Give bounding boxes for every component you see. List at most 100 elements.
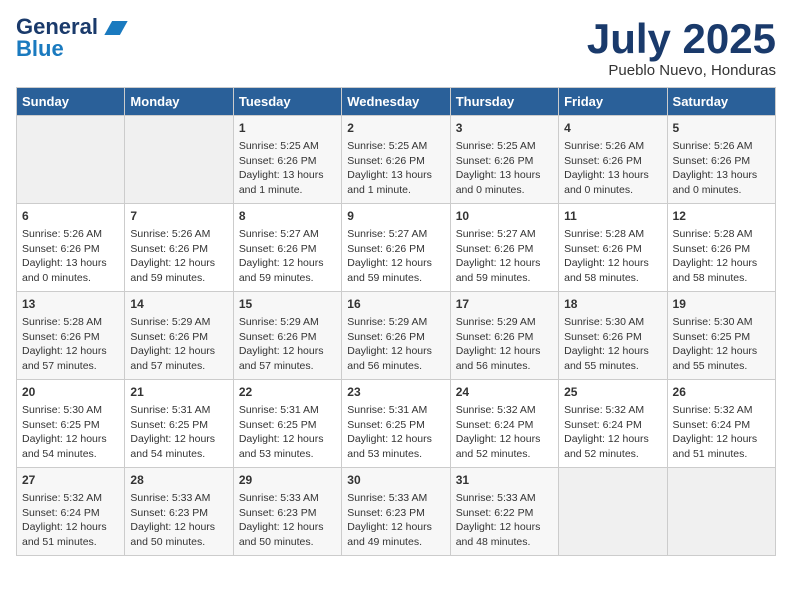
sunset-text: Sunset: 6:23 PM — [347, 507, 425, 519]
logo-icon — [104, 21, 128, 35]
week-row-1: 1 Sunrise: 5:25 AM Sunset: 6:26 PM Daylight… — [17, 116, 776, 204]
empty-cell — [17, 116, 125, 204]
day-number: 4 — [564, 120, 661, 137]
daylight-text: Daylight: 12 hours and 59 minutes. — [130, 257, 215, 284]
empty-cell — [667, 468, 775, 556]
calendar-table: SundayMondayTuesdayWednesdayThursdayFrid… — [16, 87, 776, 556]
sunrise-text: Sunrise: 5:33 AM — [347, 492, 427, 504]
daylight-text: Daylight: 12 hours and 57 minutes. — [130, 345, 215, 372]
sunrise-text: Sunrise: 5:25 AM — [456, 140, 536, 152]
daylight-text: Daylight: 13 hours and 1 minute. — [347, 169, 432, 196]
sunset-text: Sunset: 6:24 PM — [564, 419, 642, 431]
day-number: 5 — [673, 120, 770, 137]
day-cell-19: 19Sunrise: 5:30 AMSunset: 6:25 PMDayligh… — [667, 292, 775, 380]
month-title: July 2025 — [587, 16, 776, 62]
sunset-text: Sunset: 6:25 PM — [22, 419, 100, 431]
day-number: 15 — [239, 296, 336, 313]
sunset-text: Sunset: 6:26 PM — [347, 243, 425, 255]
sunset-text: Sunset: 6:26 PM — [673, 243, 751, 255]
sunrise-text: Sunrise: 5:30 AM — [564, 316, 644, 328]
sunrise-text: Sunrise: 5:28 AM — [22, 316, 102, 328]
logo-general: General — [16, 16, 128, 38]
sunset-text: Sunset: 6:26 PM — [130, 243, 208, 255]
sunset-text: Sunset: 6:23 PM — [130, 507, 208, 519]
header-friday: Friday — [559, 88, 667, 116]
header-monday: Monday — [125, 88, 233, 116]
header-thursday: Thursday — [450, 88, 558, 116]
day-cell-4: 4Sunrise: 5:26 AMSunset: 6:26 PMDaylight… — [559, 116, 667, 204]
day-cell-21: 21Sunrise: 5:31 AMSunset: 6:25 PMDayligh… — [125, 380, 233, 468]
sunrise-text: Sunrise: 5:25 AM — [347, 140, 427, 152]
day-cell-13: 13Sunrise: 5:28 AMSunset: 6:26 PMDayligh… — [17, 292, 125, 380]
day-number: 17 — [456, 296, 553, 313]
day-cell-25: 25Sunrise: 5:32 AMSunset: 6:24 PMDayligh… — [559, 380, 667, 468]
day-cell-15: 15Sunrise: 5:29 AMSunset: 6:26 PMDayligh… — [233, 292, 341, 380]
day-number: 30 — [347, 472, 444, 489]
day-cell-11: 11Sunrise: 5:28 AMSunset: 6:26 PMDayligh… — [559, 204, 667, 292]
day-number: 1 — [239, 120, 336, 137]
sunset-text: Sunset: 6:25 PM — [347, 419, 425, 431]
sunset-text: Sunset: 6:25 PM — [130, 419, 208, 431]
daylight-text: Daylight: 12 hours and 51 minutes. — [673, 433, 758, 460]
daylight-text: Daylight: 12 hours and 52 minutes. — [564, 433, 649, 460]
day-number: 6 — [22, 208, 119, 225]
day-number: 25 — [564, 384, 661, 401]
sunset-text: Sunset: 6:26 PM — [239, 155, 317, 167]
day-number: 10 — [456, 208, 553, 225]
sunset-text: Sunset: 6:26 PM — [673, 155, 751, 167]
sunrise-text: Sunrise: 5:31 AM — [347, 404, 427, 416]
daylight-text: Daylight: 12 hours and 54 minutes. — [22, 433, 107, 460]
empty-cell — [559, 468, 667, 556]
daylight-text: Daylight: 13 hours and 0 minutes. — [673, 169, 758, 196]
day-cell-2: 2Sunrise: 5:25 AMSunset: 6:26 PMDaylight… — [342, 116, 450, 204]
sunrise-text: Sunrise: 5:29 AM — [239, 316, 319, 328]
daylight-text: Daylight: 12 hours and 53 minutes. — [347, 433, 432, 460]
sunrise-text: Sunrise: 5:33 AM — [130, 492, 210, 504]
daylight-text: Daylight: 12 hours and 50 minutes. — [239, 521, 324, 548]
subtitle: Pueblo Nuevo, Honduras — [587, 62, 776, 79]
sunset-text: Sunset: 6:26 PM — [22, 331, 100, 343]
daylight-text: Daylight: 12 hours and 50 minutes. — [130, 521, 215, 548]
day-number: 20 — [22, 384, 119, 401]
day-number: 14 — [130, 296, 227, 313]
day-number: 3 — [456, 120, 553, 137]
day-cell-30: 30 Sunrise: 5:33 AM Sunset: 6:23 PM Dayligh… — [342, 468, 450, 556]
header-wednesday: Wednesday — [342, 88, 450, 116]
day-cell-20: 20Sunrise: 5:30 AMSunset: 6:25 PMDayligh… — [17, 380, 125, 468]
sunset-text: Sunset: 6:26 PM — [564, 243, 642, 255]
daylight-text: Daylight: 12 hours and 56 minutes. — [347, 345, 432, 372]
day-number: 21 — [130, 384, 227, 401]
sunrise-text: Sunrise: 5:32 AM — [456, 404, 536, 416]
day-cell-6: 6Sunrise: 5:26 AMSunset: 6:26 PMDaylight… — [17, 204, 125, 292]
sunset-text: Sunset: 6:26 PM — [456, 155, 534, 167]
header-saturday: Saturday — [667, 88, 775, 116]
daylight-text: Daylight: 12 hours and 59 minutes. — [239, 257, 324, 284]
day-number: 22 — [239, 384, 336, 401]
sunrise-text: Sunrise: 5:31 AM — [239, 404, 319, 416]
sunset-text: Sunset: 6:25 PM — [673, 331, 751, 343]
sunrise-text: Sunrise: 5:29 AM — [456, 316, 536, 328]
sunset-text: Sunset: 6:24 PM — [673, 419, 751, 431]
day-cell-23: 23Sunrise: 5:31 AMSunset: 6:25 PMDayligh… — [342, 380, 450, 468]
sunrise-text: Sunrise: 5:26 AM — [673, 140, 753, 152]
week-row-2: 6 Sunrise: 5:26 AM Sunset: 6:26 PM Daylight… — [17, 204, 776, 292]
daylight-text: Daylight: 13 hours and 1 minute. — [239, 169, 324, 196]
day-number: 7 — [130, 208, 227, 225]
daylight-text: Daylight: 12 hours and 55 minutes. — [673, 345, 758, 372]
daylight-text: Daylight: 12 hours and 54 minutes. — [130, 433, 215, 460]
sunset-text: Sunset: 6:26 PM — [564, 155, 642, 167]
day-number: 12 — [673, 208, 770, 225]
sunrise-text: Sunrise: 5:26 AM — [22, 228, 102, 240]
daylight-text: Daylight: 12 hours and 49 minutes. — [347, 521, 432, 548]
daylight-text: Daylight: 12 hours and 59 minutes. — [347, 257, 432, 284]
day-cell-14: 14Sunrise: 5:29 AMSunset: 6:26 PMDayligh… — [125, 292, 233, 380]
day-number: 29 — [239, 472, 336, 489]
sunrise-text: Sunrise: 5:27 AM — [239, 228, 319, 240]
sunset-text: Sunset: 6:26 PM — [564, 331, 642, 343]
day-cell-17: 17Sunrise: 5:29 AMSunset: 6:26 PMDayligh… — [450, 292, 558, 380]
header-sunday: Sunday — [17, 88, 125, 116]
sunset-text: Sunset: 6:24 PM — [22, 507, 100, 519]
day-cell-3: 3Sunrise: 5:25 AMSunset: 6:26 PMDaylight… — [450, 116, 558, 204]
day-number: 2 — [347, 120, 444, 137]
sunrise-text: Sunrise: 5:29 AM — [130, 316, 210, 328]
